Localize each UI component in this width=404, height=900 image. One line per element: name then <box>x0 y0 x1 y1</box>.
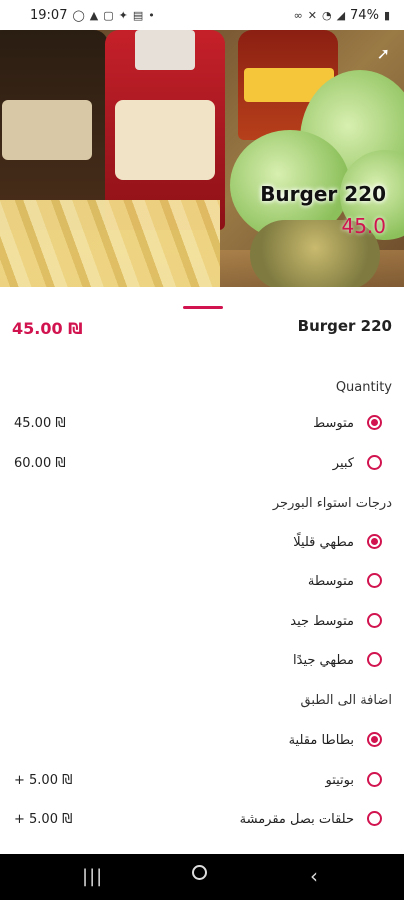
option-addition-onion-rings[interactable]: + 5.00 ₪ حلقات بصل مقرمشة <box>0 806 404 836</box>
hero-price: 45.0 <box>341 214 386 238</box>
status-bar: 19:07 ◯ ▲ ▢ ✦ ▤ • ∞ ✕ ◔ ◢ 74% ▮ <box>0 0 404 30</box>
radio-button[interactable] <box>367 455 382 470</box>
radio-button[interactable] <box>367 772 382 787</box>
home-icon[interactable] <box>192 865 207 880</box>
hero-fries <box>0 200 220 287</box>
hero-image: ➚ Burger 220 45.0 <box>0 30 404 287</box>
option-doneness-medium[interactable]: متوسطة <box>0 568 404 598</box>
status-left: 19:07 ◯ ▲ ▢ ✦ ▤ • <box>30 8 155 23</box>
alert-icon: ▲ <box>89 9 99 22</box>
section-title-additions: اضافة الى الطبق <box>300 693 392 708</box>
radio-button[interactable] <box>367 613 382 628</box>
radio-button[interactable] <box>367 811 382 826</box>
back-icon[interactable]: ‹ <box>310 864 318 888</box>
status-time: 19:07 <box>30 8 68 23</box>
product-price: 45.00 ₪ <box>12 319 83 338</box>
hero-title: Burger 220 <box>260 182 386 206</box>
radio-button[interactable] <box>367 652 382 667</box>
option-doneness-rare[interactable]: مطهي قليلًا <box>0 529 404 559</box>
wifi-icon: ◔ <box>321 9 332 22</box>
option-addition-fries[interactable]: بطاطا مقلية <box>0 727 404 757</box>
sheet-drag-handle[interactable] <box>183 306 223 309</box>
product-name: Burger 220 <box>297 317 392 335</box>
battery-icon: ▮ <box>383 9 390 22</box>
option-label: حلقات بصل مقرمشة <box>239 812 354 827</box>
option-label: متوسطة <box>307 574 354 589</box>
instagram-icon: ▢ <box>103 9 114 22</box>
option-label: متوسط جيد <box>290 614 354 629</box>
share-icon[interactable]: ➚ <box>377 44 390 63</box>
option-doneness-medium-well[interactable]: متوسط جيد <box>0 608 404 638</box>
option-doneness-well-done[interactable]: مطهي جيدًا <box>0 647 404 677</box>
status-right: ∞ ✕ ◔ ◢ 74% ▮ <box>294 8 390 23</box>
option-addition-potato[interactable]: + 5.00 ₪ بوتيتو <box>0 767 404 797</box>
dot-icon: • <box>148 9 155 22</box>
section-title-quantity: Quantity <box>335 380 392 395</box>
recents-icon[interactable]: ||| <box>82 866 103 887</box>
option-label: مطهي جيدًا <box>293 653 354 668</box>
news-icon: ▤ <box>132 9 144 22</box>
option-label: بوتيتو <box>325 773 354 788</box>
option-price: + 5.00 ₪ <box>14 773 73 788</box>
option-label: بطاطا مقلية <box>288 733 354 748</box>
mute-icon: ✕ <box>307 9 317 22</box>
option-label: مطهي قليلًا <box>293 535 354 550</box>
battery-level: 74% <box>350 8 379 23</box>
radio-button[interactable] <box>367 534 382 549</box>
signal-icon: ◢ <box>336 9 346 22</box>
radio-button[interactable] <box>367 573 382 588</box>
option-quantity-medium[interactable]: 45.00 ₪ متوسط <box>0 410 404 440</box>
option-label: كبير <box>332 456 354 471</box>
radio-button[interactable] <box>367 732 382 747</box>
twitter-icon: ✦ <box>118 9 128 22</box>
section-title-doneness: درجات استواء البورجر <box>272 496 392 511</box>
navigation-bar: ||| ‹ <box>0 854 404 900</box>
option-price: 45.00 ₪ <box>14 416 66 431</box>
link-icon: ∞ <box>293 9 303 22</box>
whatsapp-icon: ◯ <box>72 9 85 22</box>
option-price: 60.00 ₪ <box>14 456 66 471</box>
option-quantity-large[interactable]: 60.00 ₪ كبير <box>0 450 404 480</box>
radio-button[interactable] <box>367 415 382 430</box>
option-label: متوسط <box>313 416 354 431</box>
option-price: + 5.00 ₪ <box>14 812 73 827</box>
